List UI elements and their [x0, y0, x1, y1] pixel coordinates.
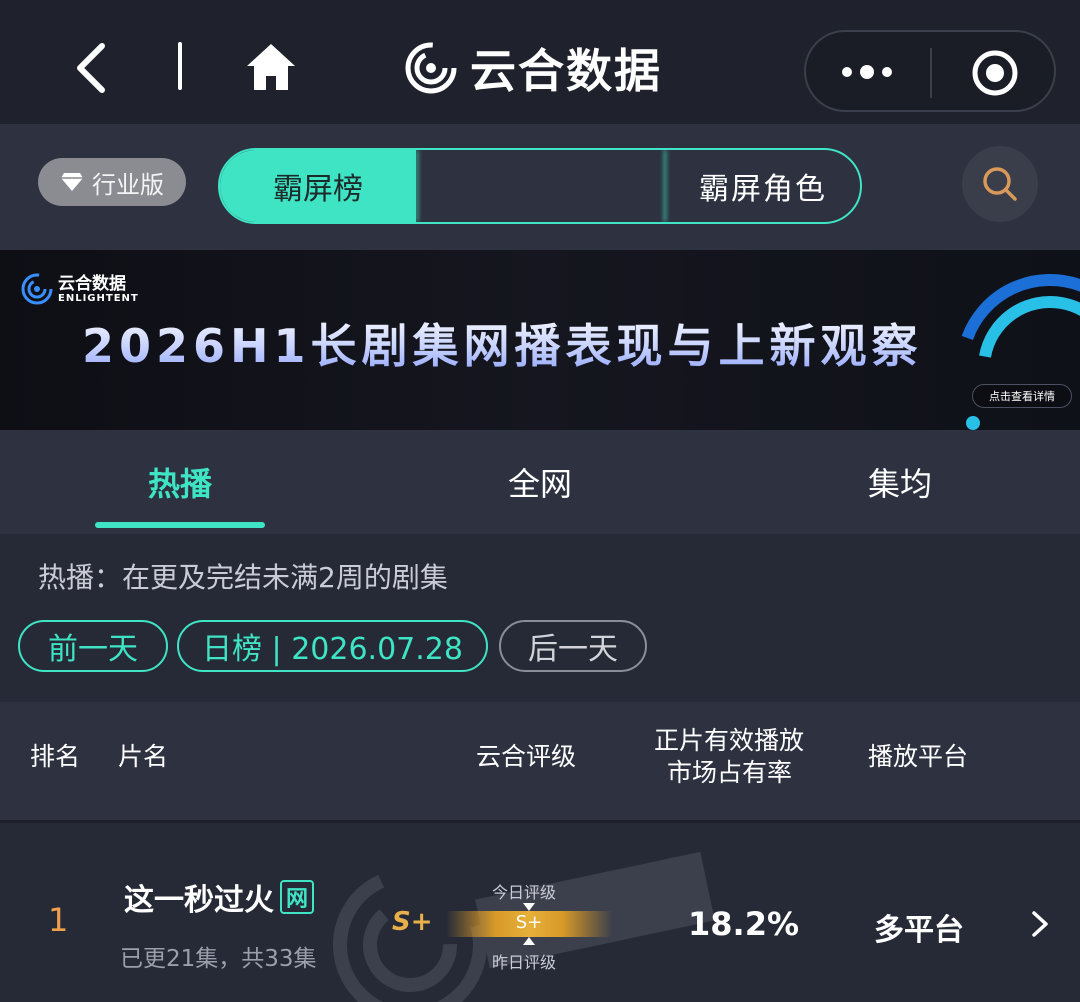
search-icon[interactable]: [962, 146, 1038, 222]
row-market-share: 18.2%: [688, 905, 800, 943]
diamond-icon: [61, 173, 83, 191]
banner-cta-button[interactable]: 点击查看详情: [972, 384, 1072, 408]
grade-compare-bar: S+: [446, 903, 612, 945]
tab-per-episode[interactable]: 集均: [720, 430, 1080, 534]
banner-logo-name: 云合数据: [58, 273, 126, 294]
current-date-button[interactable]: 日榜 | 2026.07.28: [177, 620, 488, 672]
target-icon[interactable]: [970, 48, 1020, 98]
active-tab-indicator: [95, 522, 265, 528]
banner-title: 2026H1长剧集网播表现与上新观察: [82, 310, 923, 376]
mini-program-capsule: [804, 30, 1056, 112]
segment-dominant-role[interactable]: 霸屏角色: [666, 150, 860, 222]
row-title: 这一秒过火: [124, 883, 274, 918]
edition-label: 行业版: [92, 170, 164, 199]
top-nav-bar: 云合数据: [0, 0, 1080, 124]
yesterday-marker: [523, 937, 535, 945]
row-episodes: 已更21集，共33集: [120, 946, 317, 972]
next-day-button[interactable]: 后一天: [499, 620, 647, 672]
row-rank: 1: [48, 901, 69, 939]
today-grade-label: 今日评级: [492, 883, 557, 902]
brand: 云合数据: [404, 36, 662, 100]
more-dots-icon[interactable]: [842, 58, 896, 86]
yesterday-grade-label: 昨日评级: [492, 953, 557, 972]
capsule-divider: [930, 48, 932, 98]
row-platform: 多平台: [874, 913, 964, 948]
promo-banner[interactable]: 云合数据 ENLIGHTENT 2026H1长剧集网播表现与上新观察 点击查看详…: [0, 250, 1080, 430]
table-header: 排名 片名 云合评级 正片有效播放 市场占有率 播放平台: [0, 702, 1080, 820]
edition-badge[interactable]: 行业版: [38, 158, 186, 206]
row-grade: S+: [392, 907, 433, 937]
network-badge: 网: [280, 880, 314, 914]
chevron-right-icon[interactable]: [1028, 909, 1052, 939]
brand-logo-small: [21, 273, 53, 305]
header-platform: 播放平台: [868, 742, 969, 771]
rank-type-switch: 霸屏榜 霸屏角色: [218, 148, 862, 224]
banner-logo-en: ENLIGHTENT: [58, 292, 139, 304]
today-marker: [523, 903, 535, 911]
banner-logo: 云合数据 ENLIGHTENT: [20, 272, 139, 306]
list-tabs: 热播 全网 集均: [0, 430, 1080, 534]
nav-divider: [178, 42, 182, 90]
header-share-line2: 市场占有率: [667, 758, 793, 787]
header-share-line1: 正片有效播放: [654, 726, 805, 755]
segment-dominant-list[interactable]: 霸屏榜: [220, 150, 416, 222]
header-grade: 云合评级: [476, 742, 577, 771]
back-icon[interactable]: [70, 38, 120, 98]
brand-logo: [405, 42, 457, 94]
list-description: 热播：在更及完结未满2周的剧集: [38, 561, 448, 594]
tab-hot[interactable]: 热播: [0, 430, 360, 534]
header-name: 片名: [118, 742, 169, 771]
table-row[interactable]: 1 这一秒过火 网 已更21集，共33集 S+ 今日评级 S+ 昨日评级 18.…: [0, 823, 1080, 1002]
brand-name: 云合数据: [470, 44, 662, 98]
prev-day-button[interactable]: 前一天: [18, 620, 168, 672]
toolbar: 行业版 霸屏榜 霸屏角色: [0, 124, 1080, 250]
segment-blurred[interactable]: [416, 150, 666, 222]
tab-all-network[interactable]: 全网: [360, 430, 720, 534]
row-title-wrap: 这一秒过火 网: [124, 875, 314, 919]
today-grade-value: S+: [515, 912, 543, 933]
header-rank: 排名: [30, 742, 81, 771]
home-icon[interactable]: [244, 40, 298, 94]
